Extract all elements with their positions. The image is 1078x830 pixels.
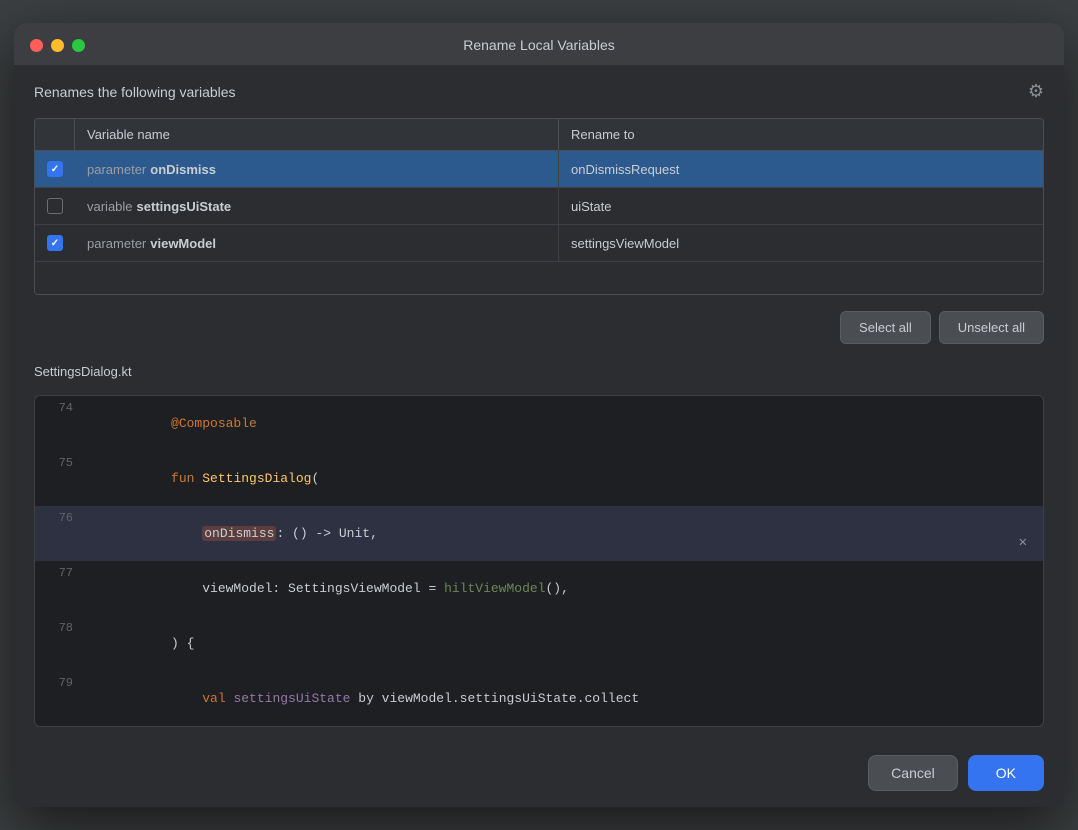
dialog-content: Renames the following variables ⚙ Variab… [14,65,1064,743]
code-content-77: viewModel: SettingsViewModel = hiltViewM… [85,561,1043,616]
line-num-74: 74 [35,396,85,420]
select-buttons-row: Select all Unselect all [34,307,1044,348]
row1-var-bold: onDismiss [150,162,216,177]
code-line-79: 79 val settingsUiState by viewModel.sett… [35,671,1043,726]
description-text: Renames the following variables [34,84,236,100]
hiltviewmodel: hiltViewModel [444,581,545,596]
footer-buttons: Cancel OK [14,743,1064,807]
line-num-78: 78 [35,616,85,640]
table-row[interactable]: parameter viewModel settingsViewModel [35,225,1043,262]
row3-varname: parameter viewModel [75,225,559,261]
description-row: Renames the following variables ⚙ [34,81,1044,106]
code-line-75: 75 fun SettingsDialog( [35,451,1043,506]
row1-rename-value: onDismissRequest [571,162,679,177]
code-content-75: fun SettingsDialog( [85,451,1043,506]
row2-var-bold: settingsUiState [137,199,232,214]
table-row[interactable]: variable settingsUiState uiState [35,188,1043,225]
th-checkbox [35,119,75,150]
annotation-composable: @Composable [171,416,257,431]
code-content-78: ) { [85,616,1043,671]
code-line-78: 78 ) { [35,616,1043,671]
settings-icon[interactable]: ⚙ [1028,81,1044,102]
paren-close-77: (), [545,581,568,596]
row3-rename: settingsViewModel [559,225,1043,261]
titlebar: Rename Local Variables [14,23,1064,65]
row2-rename-value: uiState [571,199,611,214]
table-header: Variable name Rename to [35,119,1043,151]
select-all-button[interactable]: Select all [840,311,931,344]
close-button[interactable] [30,39,43,52]
file-label: SettingsDialog.kt [34,360,1044,383]
row2-checkbox[interactable] [47,198,63,214]
closing-brace: ) { [171,636,194,651]
paren-open: ( [311,471,319,486]
by-text: by viewModel.settingsUiState.collect [350,691,639,706]
code-block: 74 @Composable 75 fun SettingsDialog( 76… [34,395,1044,727]
dialog-title: Rename Local Variables [463,37,615,53]
viewmodel-param: viewModel: SettingsViewModel = [171,581,444,596]
ok-button[interactable]: OK [968,755,1044,791]
row2-varname: variable settingsUiState [75,188,559,224]
line-num-77: 77 [35,561,85,585]
code-content-79: val settingsUiState by viewModel.setting… [85,671,1043,726]
line-num-75: 75 [35,451,85,475]
close-x-icon[interactable]: ✕ [1019,534,1027,551]
row2-rename: uiState [559,188,1043,224]
row1-checkbox[interactable] [47,161,63,177]
ondismiss-highlight: onDismiss [202,526,276,541]
row3-checkbox-cell [35,225,75,261]
th-rename-to: Rename to [559,119,1043,150]
row3-checkbox[interactable] [47,235,63,251]
maximize-button[interactable] [72,39,85,52]
rename-dialog: Rename Local Variables Renames the follo… [14,23,1064,807]
row1-varname: parameter onDismiss [75,151,559,187]
empty-row [35,262,1043,294]
row3-rename-value: settingsViewModel [571,236,679,251]
line-num-76: 76 [35,506,85,530]
variables-table: Variable name Rename to parameter onDism… [34,118,1044,295]
row1-checkbox-cell [35,151,75,187]
cancel-button[interactable]: Cancel [868,755,958,791]
code-line-77: 77 viewModel: SettingsViewModel = hiltVi… [35,561,1043,616]
table-row[interactable]: parameter onDismiss onDismissRequest [35,151,1043,188]
code-content-76: onDismiss: () -> Unit, [85,506,1043,561]
fun-name: SettingsDialog [202,471,311,486]
kw-val: val [171,691,233,706]
traffic-lights [30,39,85,52]
settings-ui-state-var: settingsUiState [233,691,350,706]
minimize-button[interactable] [51,39,64,52]
code-content-74: @Composable [85,396,1043,451]
row3-var-bold: viewModel [150,236,216,251]
row2-checkbox-cell [35,188,75,224]
row1-rename: onDismissRequest [559,151,1043,187]
code-line-76: 76 onDismiss: () -> Unit, ✕ [35,506,1043,561]
ondismiss-rest: : () -> Unit, [276,526,377,541]
indent-76 [171,526,202,541]
code-line-74: 74 @Composable [35,396,1043,451]
kw-fun: fun [171,471,202,486]
unselect-all-button[interactable]: Unselect all [939,311,1044,344]
line-num-79: 79 [35,671,85,695]
row2-var-type: variable [87,199,133,214]
row1-var-type: parameter [87,162,146,177]
th-variable-name: Variable name [75,119,559,150]
row3-var-type: parameter [87,236,146,251]
